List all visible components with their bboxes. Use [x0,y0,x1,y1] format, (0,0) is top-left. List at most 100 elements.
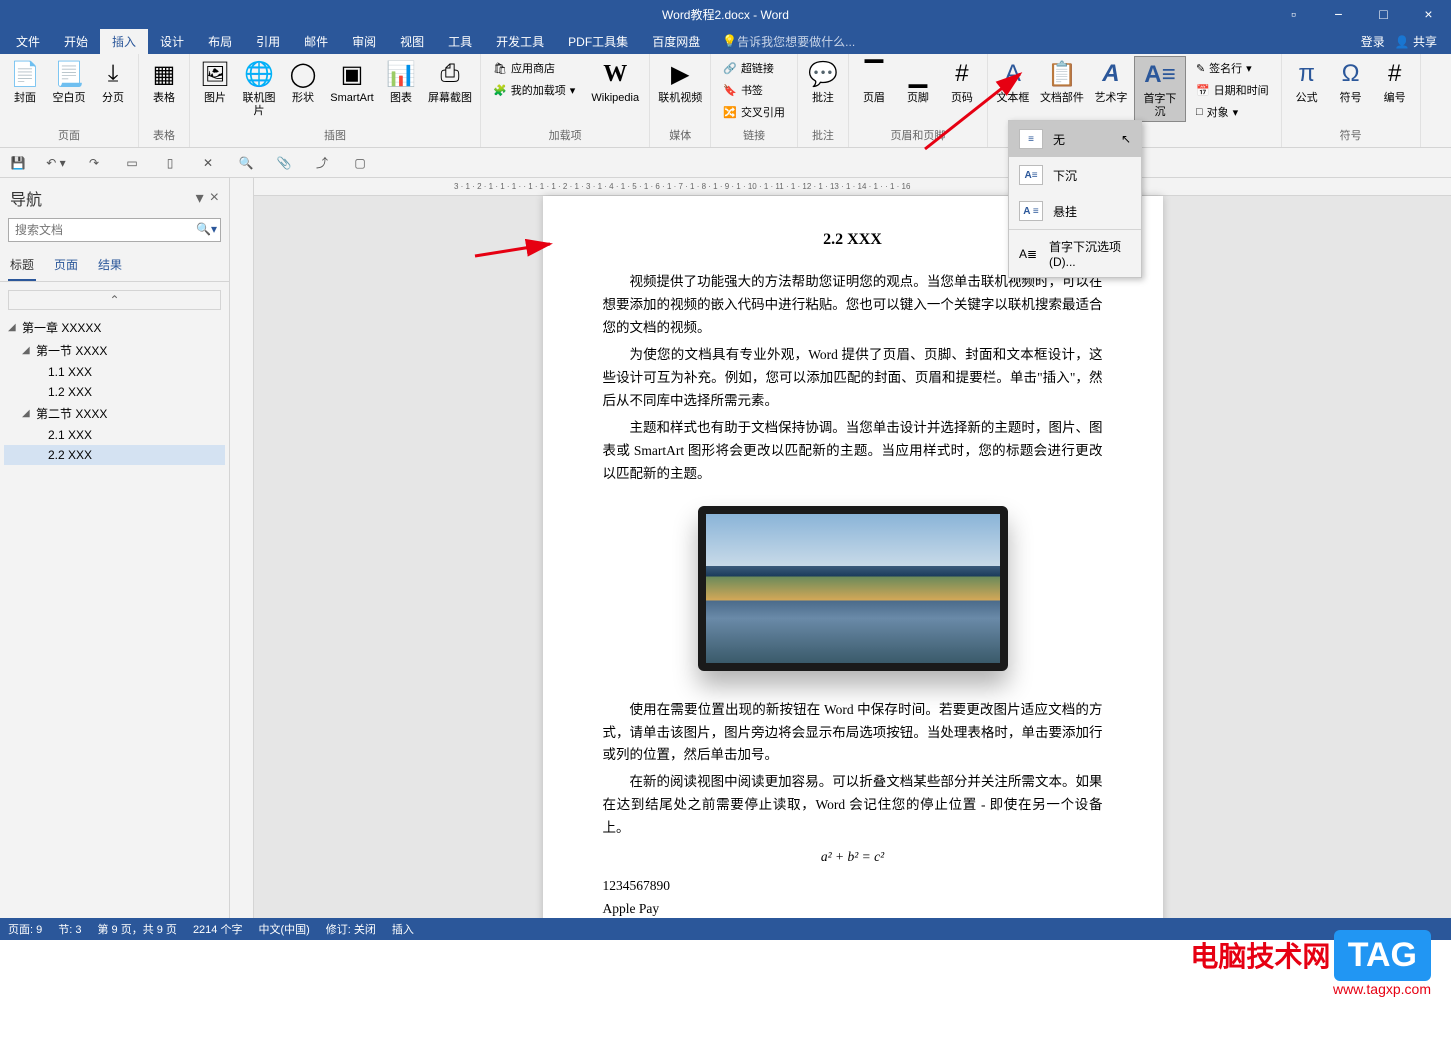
pictures-button[interactable]: 🖼图片 [194,56,236,107]
smartart-button[interactable]: ▣SmartArt [326,56,378,107]
bookmark-button[interactable]: 🔖 书签 [719,80,789,100]
chart-button[interactable]: 📊图表 [380,56,422,107]
shapes-button[interactable]: ◯形状 [282,56,324,107]
textbox-button[interactable]: A文本框 [992,56,1034,107]
redo-button[interactable]: ↷ [84,153,104,173]
nav-close-button[interactable]: × [210,189,219,207]
table-button[interactable]: ▦表格 [143,56,185,107]
qat-button[interactable]: 📎 [274,153,294,173]
nav-tab-pages[interactable]: 页面 [52,250,80,281]
screenshot-button[interactable]: ⎙屏幕截图 [424,56,476,107]
my-addins-button[interactable]: 🧩 我的加载项 ▾ [489,80,579,100]
qat-button[interactable]: ▯ [160,153,180,173]
date-time-button[interactable]: 📅 日期和时间 [1192,80,1273,100]
tab-tools[interactable]: 工具 [436,29,484,54]
page-break-button[interactable]: ⤓分页 [92,56,134,107]
horizontal-ruler[interactable]: 3 · 1 · 2 · 1 · 1 · 1 · · 1 · 1 · 1 · 2 … [254,178,1451,196]
online-video-button[interactable]: ▶联机视频 [654,56,706,107]
save-button[interactable]: 💾 [8,153,28,173]
nav-node[interactable]: 1.1 XXX [4,362,225,382]
nav-node[interactable]: ◢第一节 XXXX [4,339,225,362]
qat-button[interactable]: ⤴ [312,153,332,173]
tab-file[interactable]: 文件 [4,29,52,54]
tab-review[interactable]: 审阅 [340,29,388,54]
status-section[interactable]: 节: 3 [58,921,81,937]
tab-layout[interactable]: 布局 [196,29,244,54]
nav-tab-results[interactable]: 结果 [96,250,124,281]
nav-node[interactable]: ◢第一章 XXXXX [4,316,225,339]
document-page[interactable]: 2.2 XXX 视频提供了功能强大的方法帮助您证明您的观点。当您单击联机视频时，… [543,196,1163,918]
status-pages[interactable]: 第 9 页，共 9 页 [97,921,176,937]
dropcap-margin-item[interactable]: A ≡ 悬挂 [1009,193,1141,229]
store-button[interactable]: 🛍 应用商店 [489,58,579,78]
object-button[interactable]: □ 对象 ▾ [1192,102,1273,122]
login-link[interactable]: 登录 [1361,33,1385,50]
wikipedia-button[interactable]: WWikipedia [585,56,645,107]
document-area: 3 · 1 · 2 · 1 · 1 · 1 · · 1 · 1 · 1 · 2 … [230,178,1451,918]
qat-button[interactable]: ▢ [350,153,370,173]
tab-pdf[interactable]: PDF工具集 [556,29,640,54]
landscape-image[interactable] [698,506,1008,671]
qat-button[interactable]: 🔍 [236,153,256,173]
comment-button[interactable]: 💬批注 [802,56,844,107]
tab-view[interactable]: 视图 [388,29,436,54]
header-button[interactable]: ▔页眉 [853,56,895,107]
equation-button[interactable]: π公式 [1286,56,1328,107]
tell-me-input[interactable]: 💡 告诉我您想要做什么... [722,33,855,50]
blank-page-button[interactable]: 📃空白页 [48,56,90,107]
minimize-button[interactable]: − [1316,0,1361,28]
text-line: 1234567890 [603,875,1103,898]
tab-design[interactable]: 设计 [148,29,196,54]
footer-button[interactable]: ▁页脚 [897,56,939,107]
search-icon[interactable]: 🔍▾ [196,222,217,236]
status-track-changes[interactable]: 修订: 关闭 [326,921,376,937]
search-input[interactable] [8,218,221,242]
tab-home[interactable]: 开始 [52,29,100,54]
vertical-ruler[interactable] [230,178,254,918]
status-bar: 页面: 9 节: 3 第 9 页，共 9 页 2214 个字 中文(中国) 修订… [0,918,1451,940]
qat-button[interactable]: ▭ [122,153,142,173]
status-words[interactable]: 2214 个字 [193,921,243,937]
dropcap-button[interactable]: A≡首字下沉 [1134,56,1186,122]
status-page[interactable]: 页面: 9 [8,921,42,937]
share-button[interactable]: 👤 共享 [1395,33,1437,50]
tab-developer[interactable]: 开发工具 [484,29,556,54]
tab-mailings[interactable]: 邮件 [292,29,340,54]
nav-node[interactable]: ◢第二节 XXXX [4,402,225,425]
wikipedia-icon: W [599,58,631,90]
signature-line-button[interactable]: ✎ 签名行 ▾ [1192,58,1273,78]
dropcap-options-item[interactable]: A≣ 首字下沉选项(D)... [1009,230,1141,277]
hyperlink-button[interactable]: 🔗 超链接 [719,58,789,78]
close-button[interactable]: × [1406,0,1451,28]
collapse-all-button[interactable]: ⌃ [8,290,221,310]
dropcap-options-icon: A≣ [1019,247,1039,261]
tab-insert[interactable]: 插入 [100,29,148,54]
nav-node[interactable]: 1.2 XXX [4,382,225,402]
cross-reference-button[interactable]: 🔀 交叉引用 [719,102,789,122]
status-language[interactable]: 中文(中国) [258,921,309,937]
wordart-button[interactable]: A艺术字 [1090,56,1132,107]
smartart-icon: ▣ [336,58,368,90]
nav-node-selected[interactable]: 2.2 XXX [4,445,225,465]
status-insert-mode[interactable]: 插入 [392,921,414,937]
number-button[interactable]: #编号 [1374,56,1416,107]
dropcap-dropped-icon: A≡ [1019,165,1043,185]
qat-button[interactable]: ✕ [198,153,218,173]
undo-button[interactable]: ↶ ▾ [46,153,66,173]
dropcap-none-item[interactable]: ≡ 无 ↖ [1009,121,1141,157]
title-bar: Word教程2.docx - Word ▫ − □ × [0,0,1451,28]
symbol-button[interactable]: Ω符号 [1330,56,1372,107]
quick-parts-button[interactable]: 📋文档部件 [1036,56,1088,107]
nav-node[interactable]: 2.1 XXX [4,425,225,445]
tab-references[interactable]: 引用 [244,29,292,54]
online-pictures-button[interactable]: 🌐联机图片 [238,56,280,120]
dropcap-dropped-item[interactable]: A≡ 下沉 [1009,157,1141,193]
document-scroll[interactable]: 3 · 1 · 2 · 1 · 1 · 1 · · 1 · 1 · 1 · 2 … [254,178,1451,918]
nav-tab-headings[interactable]: 标题 [8,250,36,281]
cover-page-button[interactable]: 📄封面 [4,56,46,107]
page-number-button[interactable]: #页码 [941,56,983,107]
ribbon-display-options-icon[interactable]: ▫ [1271,0,1316,28]
tab-baidu[interactable]: 百度网盘 [640,29,712,54]
nav-dropdown-icon[interactable]: ▾ [196,188,204,208]
maximize-button[interactable]: □ [1361,0,1406,28]
